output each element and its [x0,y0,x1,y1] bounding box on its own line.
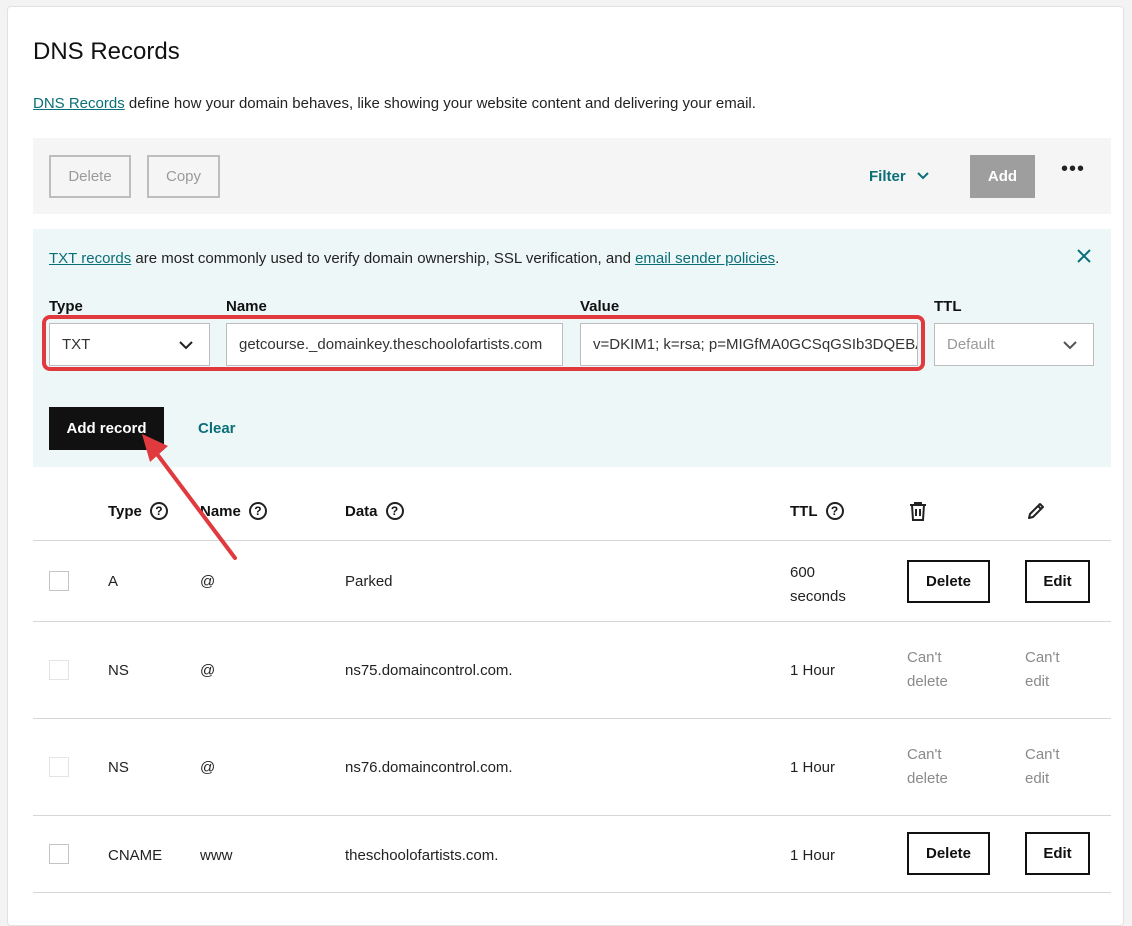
txt-info-text: TXT records are most commonly used to ve… [49,250,779,267]
row-ttl: 1 Hour [790,759,836,776]
ttl-label: TTL [934,298,962,315]
trash-icon-svg [910,502,926,521]
row-ttl: 1 Hour [790,847,836,864]
table-row: NS @ ns76.domaincontrol.com. 1 Hour Can'… [33,719,1111,816]
add-record-button[interactable]: Add record [49,407,164,450]
name-label: Name [226,298,267,315]
help-circle-icon[interactable]: ? [248,502,267,520]
highlight-annotation [42,315,925,371]
row-name: @ [200,662,216,679]
header-type-label: Type [108,502,142,520]
records-toolbar: Delete Copy Filter Add ••• [33,138,1111,214]
cant-delete-l2: delete [907,770,948,787]
row-data: Parked [345,573,393,590]
intro-description: define how your domain behaves, like sho… [124,95,756,112]
header-name: Name ? [200,502,267,520]
row-data: ns75.domaincontrol.com. [345,662,513,679]
cant-delete-l1: Can't [907,649,942,666]
txt-info-part2: . [775,250,780,267]
row-checkbox [49,660,69,680]
help-circle-icon[interactable]: ? [149,502,168,520]
row-delete-button[interactable]: Delete [907,560,990,603]
intro-text: DNS Records define how your domain behav… [33,95,756,112]
header-type: Type ? [108,502,168,520]
header-ttl: TTL ? [790,502,844,520]
cant-edit-l1: Can't [1025,649,1060,666]
row-ttl-value: 600 [790,564,816,581]
row-edit-button[interactable]: Edit [1025,832,1090,875]
pencil-icon [1026,501,1046,521]
pencil-icon-svg [1028,503,1044,519]
ttl-select-placeholder: Default [947,336,995,353]
cant-edit-l1: Can't [1025,746,1060,763]
table-row: A @ Parked 600 seconds Delete Edit [33,541,1111,622]
close-icon[interactable] [1073,245,1095,267]
header-ttl-label: TTL [790,502,818,520]
txt-info-part1: are most commonly used to verify domain … [131,250,636,267]
row-cant-edit: Can't edit [1025,646,1060,694]
more-options-button[interactable]: ••• [1055,158,1091,188]
chevron-down-icon [1063,341,1077,350]
help-circle-icon[interactable]: ? [825,502,844,520]
ttl-select[interactable]: Default [934,323,1094,366]
row-checkbox[interactable] [49,571,69,591]
type-label: Type [49,298,83,315]
row-data: ns76.domaincontrol.com. [345,759,513,776]
row-delete-button[interactable]: Delete [907,832,990,875]
value-label: Value [580,298,620,315]
row-type: NS [108,662,129,679]
row-checkbox [49,757,69,777]
row-type: CNAME [108,847,163,864]
header-name-label: Name [200,502,241,520]
row-ttl-unit: seconds [790,588,846,605]
cant-delete-l2: delete [907,673,948,690]
header-data-label: Data [345,502,378,520]
trash-icon [909,501,927,521]
header-data: Data ? [345,502,404,520]
cant-edit-l2: edit [1025,770,1050,787]
row-ttl: 600 seconds [790,561,846,609]
row-edit-button[interactable]: Edit [1025,560,1090,603]
dns-records-card: DNS Records DNS Records define how your … [7,6,1124,926]
copy-button[interactable]: Copy [147,155,220,198]
add-button[interactable]: Add [970,155,1035,198]
txt-records-link[interactable]: TXT records [49,250,131,267]
row-ttl: 1 Hour [790,662,836,679]
cant-delete-l1: Can't [907,746,942,763]
page-title: DNS Records [33,38,180,65]
email-sender-policies-link[interactable]: email sender policies [635,250,775,267]
filter-button[interactable]: Filter [869,164,930,188]
close-icon-svg [1077,249,1091,263]
clear-button[interactable]: Clear [198,420,236,437]
dns-records-link[interactable]: DNS Records [33,95,125,112]
row-type: NS [108,759,129,776]
filter-label: Filter [869,167,906,185]
row-data: theschoolofartists.com. [345,847,499,864]
row-name: @ [200,759,216,776]
row-cant-edit: Can't edit [1025,743,1060,791]
row-name: www [200,847,233,864]
row-checkbox[interactable] [49,844,69,864]
add-txt-record-panel: TXT records are most commonly used to ve… [33,229,1111,467]
row-type: A [108,573,119,590]
delete-button[interactable]: Delete [49,155,131,198]
table-row: CNAME www theschoolofartists.com. 1 Hour… [33,816,1111,893]
row-name: @ [200,573,216,590]
row-cant-delete: Can't delete [907,646,948,694]
chevron-down-icon [916,172,929,180]
row-cant-delete: Can't delete [907,743,948,791]
table-row: NS @ ns75.domaincontrol.com. 1 Hour Can'… [33,622,1111,719]
cant-edit-l2: edit [1025,673,1050,690]
help-circle-icon[interactable]: ? [385,502,404,520]
records-table-header: Type ? Name ? Data ? TTL ? [33,483,1111,541]
